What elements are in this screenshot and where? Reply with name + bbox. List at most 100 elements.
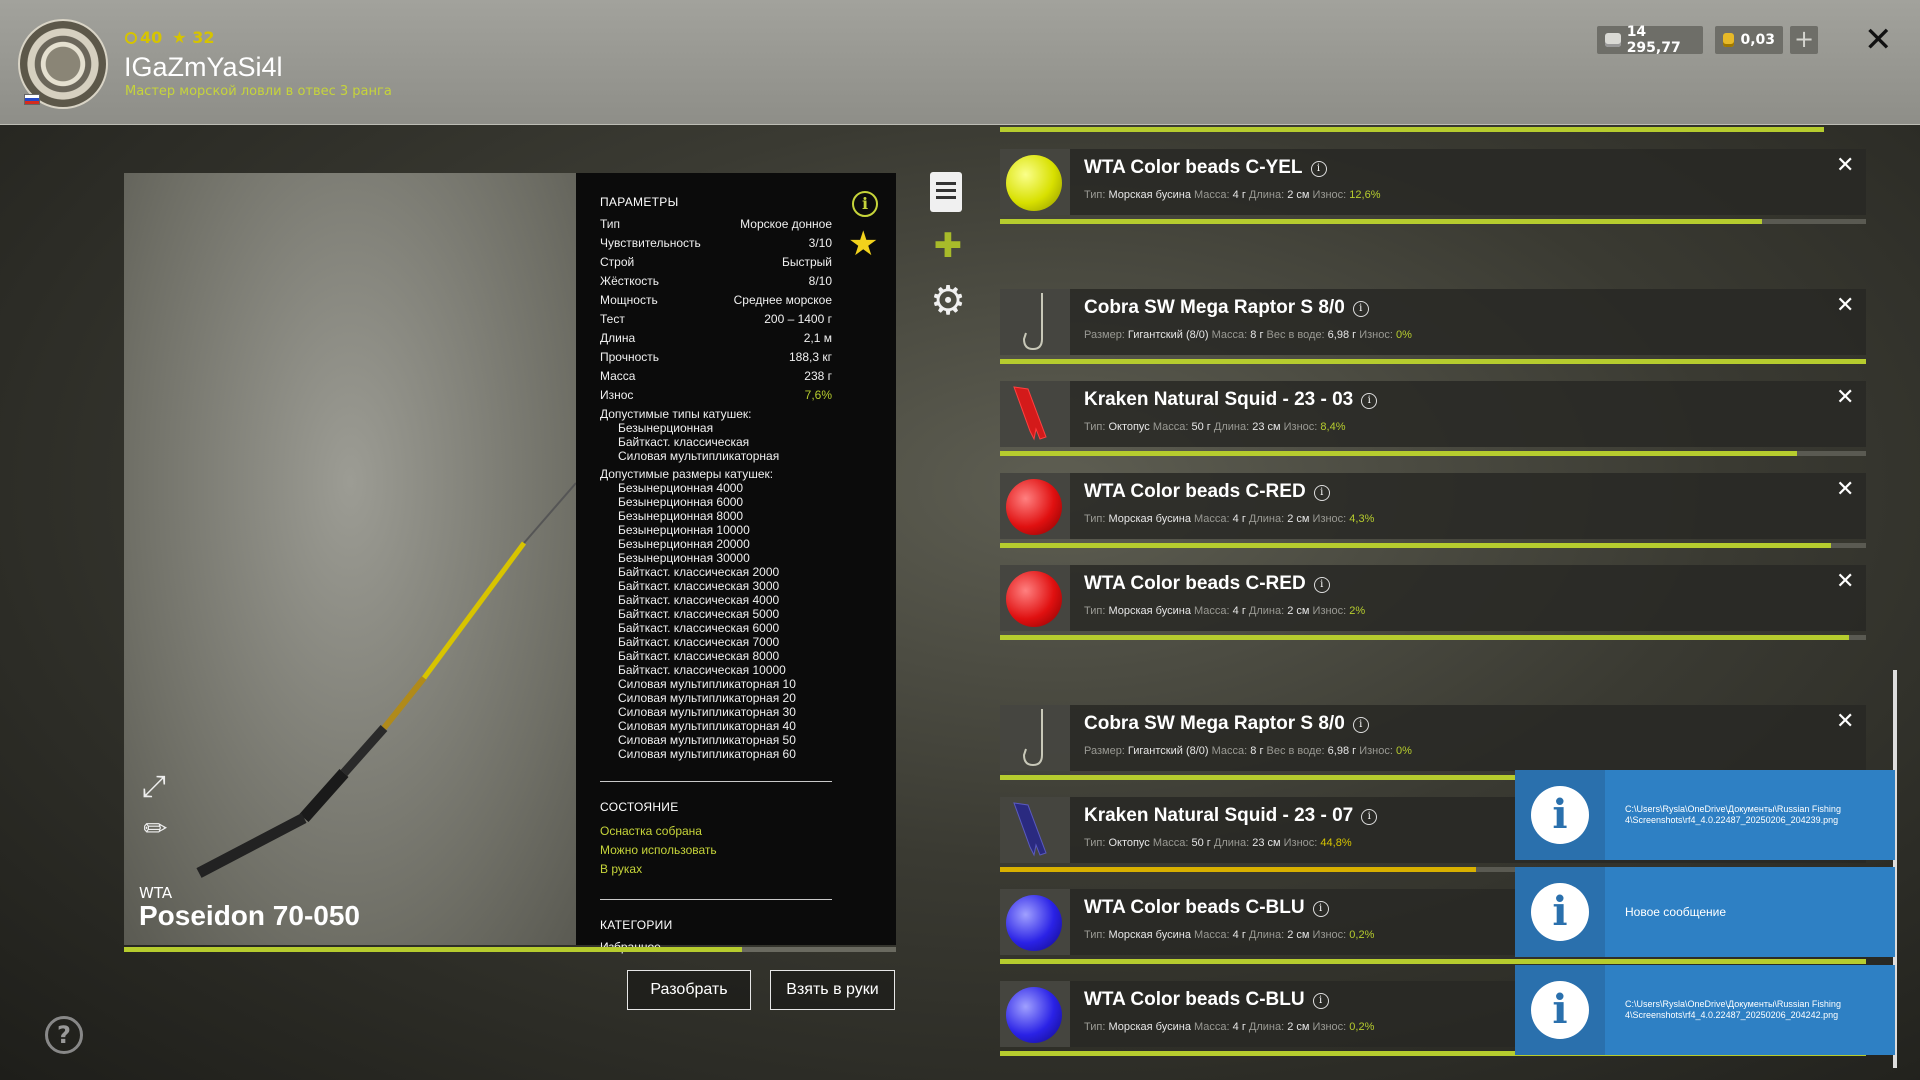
tackle-name-text: WTA Color beads C-YEL bbox=[1084, 157, 1303, 178]
favorite-star-icon[interactable]: ★ bbox=[848, 227, 878, 261]
help-icon[interactable]: ? bbox=[45, 1016, 83, 1054]
desc-value: 23 см bbox=[1252, 837, 1281, 849]
reel-size-item: Силовая мультипликаторная 40 bbox=[618, 719, 796, 733]
reel-sizes-label: Допустимые размеры катушек: bbox=[600, 467, 774, 481]
desc-value: 6,98 г bbox=[1327, 745, 1357, 757]
param-value: 2,1 м bbox=[803, 331, 832, 345]
param-row: Тест 200 – 1400 г bbox=[600, 312, 832, 331]
param-label: Износ bbox=[600, 388, 634, 402]
remove-icon[interactable]: ✕ bbox=[1836, 153, 1854, 178]
info-icon[interactable]: i bbox=[1361, 809, 1378, 825]
level-indicator: 40 bbox=[125, 28, 162, 47]
desc-label: Тип: bbox=[1084, 513, 1109, 525]
tackle-item[interactable]: WTA Color beads C-RED i Тип: Морская бусин… bbox=[1000, 565, 1866, 640]
desc-label: Длина: bbox=[1248, 605, 1288, 617]
desc-label: Длина: bbox=[1213, 421, 1253, 433]
reel-size-item: Байткаст. классическая 5000 bbox=[618, 607, 780, 621]
remove-icon[interactable]: ✕ bbox=[1836, 569, 1854, 594]
take-in-hands-button[interactable]: Взять в руки bbox=[770, 970, 895, 1010]
disassemble-button[interactable]: Разобрать bbox=[627, 970, 751, 1010]
add-currency-button[interactable]: + bbox=[1790, 26, 1818, 54]
tackle-item[interactable]: Cobra SW Mega Raptor S 8/0 i Размер: Гиган… bbox=[1000, 705, 1866, 780]
gold-balance: 0,03 bbox=[1715, 26, 1783, 54]
bead-icon bbox=[1006, 571, 1062, 627]
squid-icon bbox=[1013, 802, 1047, 857]
desc-value: 4 г bbox=[1232, 189, 1246, 201]
tackle-thumbnail bbox=[1000, 565, 1070, 631]
info-icon[interactable]: i bbox=[1313, 485, 1330, 501]
state-list: Оснастка собрана Можно использовать В рука… bbox=[600, 822, 872, 879]
desc-label: Масса: bbox=[1152, 837, 1192, 849]
state-title: СОСТОЯНИЕ bbox=[600, 800, 679, 814]
reel-size-item: Безынерционная 8000 bbox=[618, 509, 744, 523]
remove-icon[interactable]: ✕ bbox=[1836, 477, 1854, 502]
info-icon[interactable]: i bbox=[1310, 161, 1327, 177]
puzzle-icon[interactable]: ✚ bbox=[930, 228, 966, 264]
remove-icon[interactable]: ✕ bbox=[1836, 293, 1854, 318]
param-value: Среднее морское bbox=[733, 293, 832, 307]
desc-label: Масса: bbox=[1211, 329, 1251, 341]
reel-size-item: Байткаст. классическая 4000 bbox=[618, 593, 780, 607]
desc-label: Вес в воде: bbox=[1266, 329, 1328, 341]
wear-label: Износ: bbox=[1283, 837, 1321, 849]
param-label: Прочность bbox=[600, 350, 660, 364]
info-icon[interactable]: i bbox=[1313, 577, 1330, 593]
rod-preview bbox=[124, 173, 576, 945]
tackle-item[interactable]: Kraken Natural Squid - 23 - 03 i Тип: Окто… bbox=[1000, 381, 1866, 456]
param-label: Строй bbox=[600, 255, 635, 269]
wear-label: Износ: bbox=[1283, 421, 1321, 433]
desc-value: 4 г bbox=[1232, 1021, 1246, 1033]
param-value: 188,3 кг bbox=[789, 350, 832, 364]
info-icon[interactable]: i bbox=[1312, 901, 1329, 917]
tackle-description: Тип: Морская бусина Масса: 4 г Длина: 2 … bbox=[1084, 605, 1365, 617]
reel-size-item: Силовая мультипликаторная 30 bbox=[618, 705, 796, 719]
tackle-condition-fill bbox=[1000, 359, 1866, 364]
wear-value: 0,2% bbox=[1349, 1021, 1375, 1033]
desc-label: Масса: bbox=[1194, 605, 1233, 617]
info-icon[interactable]: i bbox=[1352, 301, 1369, 317]
param-row: Мощность Среднее морское bbox=[600, 293, 832, 312]
info-icon[interactable]: i bbox=[1361, 393, 1378, 409]
bead-icon bbox=[1006, 479, 1062, 535]
categories-title: КАТЕГОРИИ bbox=[600, 918, 673, 932]
param-value: Быстрый bbox=[782, 255, 832, 269]
tackle-item[interactable]: Cobra SW Mega Raptor S 8/0 i Размер: Гиган… bbox=[1000, 289, 1866, 364]
desc-value: Морская бусина bbox=[1108, 1021, 1191, 1033]
reel-size-item: Байткаст. классическая 3000 bbox=[618, 579, 780, 593]
desc-label: Вес в воде: bbox=[1266, 745, 1328, 757]
desc-label: Длина: bbox=[1248, 189, 1288, 201]
notification[interactable]: i C:\Users\Rysla\OneDrive\Документы\Russi… bbox=[1515, 965, 1895, 1055]
notification[interactable]: i C:\Users\Rysla\OneDrive\Документы\Russi… bbox=[1515, 770, 1895, 860]
desc-value: Октопус bbox=[1108, 421, 1150, 433]
wear-label: Износ: bbox=[1312, 605, 1350, 617]
info-icon: i bbox=[1531, 786, 1589, 844]
rod-name: Poseidon 70-050 bbox=[139, 900, 360, 931]
remove-icon[interactable]: ✕ bbox=[1836, 709, 1854, 734]
tackle-item[interactable]: WTA Color beads C-RED i Тип: Морская бусин… bbox=[1000, 473, 1866, 548]
remove-icon[interactable]: ✕ bbox=[1836, 385, 1854, 410]
wear-value: 0% bbox=[1395, 329, 1412, 341]
info-icon[interactable]: i bbox=[1312, 993, 1329, 1009]
rod-image bbox=[196, 482, 576, 878]
tackle-thumbnail bbox=[1000, 289, 1070, 355]
notification[interactable]: i Новое сообщение bbox=[1515, 867, 1895, 957]
param-row: Длина 2,1 м bbox=[600, 331, 832, 350]
tackle-condition-fill bbox=[1000, 867, 1477, 872]
notification-text: C:\Users\Rysla\OneDrive\Документы\Russia… bbox=[1625, 999, 1841, 1020]
document-icon[interactable] bbox=[930, 172, 962, 212]
divider bbox=[600, 781, 832, 782]
tackle-item[interactable]: WTA Color beads C-YEL i Тип: Морская бусин… bbox=[1000, 149, 1866, 224]
param-value: 3/10 bbox=[808, 236, 832, 250]
tackle-description: Тип: Октопус Масса: 50 г Длина: 23 см Из… bbox=[1084, 421, 1345, 433]
tackle-thumbnail bbox=[1000, 889, 1070, 955]
param-row: Чувствительность 3/10 bbox=[600, 236, 832, 255]
gear-icon[interactable]: ⚙ bbox=[930, 281, 966, 321]
close-icon[interactable]: ✕ bbox=[1864, 20, 1893, 60]
expand-icon[interactable]: ⤢ bbox=[137, 770, 171, 804]
reel-types-label: Допустимые типы катушек: bbox=[600, 407, 752, 421]
param-label: Тип bbox=[600, 217, 621, 231]
info-icon[interactable]: i bbox=[1352, 717, 1369, 733]
info-icon: i bbox=[1531, 981, 1589, 1039]
notification-icon-box: i bbox=[1515, 867, 1605, 957]
info-icon[interactable]: i bbox=[852, 191, 878, 217]
